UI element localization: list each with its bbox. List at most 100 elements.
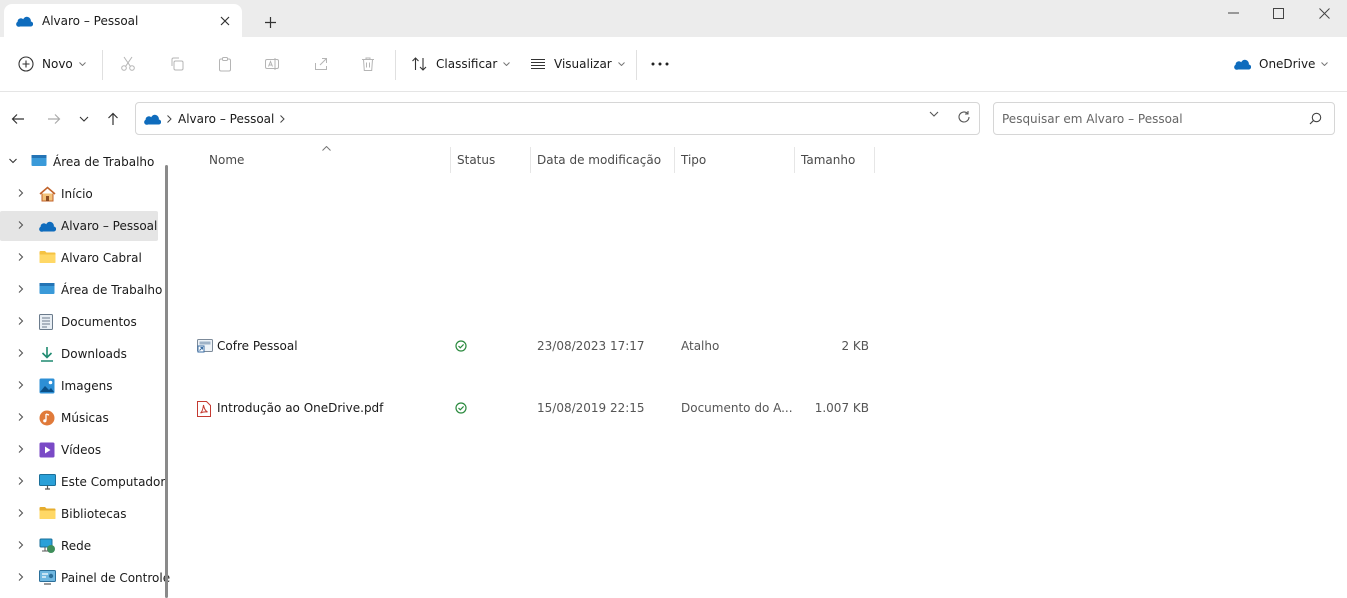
sidebar-item-home[interactable]: Início bbox=[0, 179, 158, 209]
forward-arrow-icon[interactable] bbox=[45, 110, 63, 128]
chevron-right-icon[interactable] bbox=[16, 444, 26, 454]
column-divider[interactable] bbox=[530, 147, 531, 173]
chevron-right-icon[interactable] bbox=[16, 572, 26, 582]
sync-check-icon bbox=[455, 402, 467, 414]
file-modified: 15/08/2019 22:15 bbox=[537, 401, 645, 415]
column-divider[interactable] bbox=[674, 147, 675, 173]
column-divider[interactable] bbox=[874, 147, 875, 173]
paste-icon[interactable] bbox=[215, 54, 235, 74]
sidebar-item-pictures[interactable]: Imagens bbox=[0, 371, 158, 401]
copy-icon[interactable] bbox=[167, 54, 187, 74]
window-close-button[interactable] bbox=[1301, 0, 1347, 26]
onedrive-cloud-icon bbox=[39, 220, 56, 232]
more-options-button[interactable] bbox=[651, 52, 669, 76]
sort-button[interactable]: Classificar bbox=[411, 52, 511, 76]
file-size: 2 KB bbox=[841, 339, 869, 353]
maximize-button[interactable] bbox=[1255, 0, 1301, 26]
refresh-icon[interactable] bbox=[957, 110, 971, 124]
column-header-type[interactable]: Tipo bbox=[681, 153, 706, 173]
search-box[interactable] bbox=[993, 102, 1335, 135]
desktop-icon bbox=[39, 282, 55, 296]
column-header-modified[interactable]: Data de modificação bbox=[537, 153, 661, 173]
sidebar-item-label: Área de Trabalho bbox=[61, 283, 163, 297]
new-button[interactable]: Novo bbox=[18, 52, 86, 76]
chevron-right-icon[interactable] bbox=[16, 380, 26, 390]
sidebar-item-alvaro-pessoal[interactable]: Alvaro – Pessoal bbox=[0, 211, 158, 241]
sidebar-item-label: Downloads bbox=[61, 347, 127, 361]
breadcrumb-item[interactable]: Alvaro – Pessoal bbox=[178, 112, 274, 126]
desktop-icon bbox=[31, 154, 47, 168]
recent-locations-icon[interactable] bbox=[75, 110, 93, 128]
sidebar-item-label: Bibliotecas bbox=[61, 507, 127, 521]
file-row-introducao-onedrive[interactable]: Introdução ao OneDrive.pdf 15/08/2019 22… bbox=[194, 397, 874, 421]
address-history-icon[interactable] bbox=[929, 111, 939, 117]
onedrive-cloud-icon bbox=[16, 15, 33, 27]
address-bar[interactable]: Alvaro – Pessoal bbox=[135, 102, 980, 135]
column-header-size[interactable]: Tamanho bbox=[801, 153, 855, 173]
sidebar-item-libraries[interactable]: Bibliotecas bbox=[0, 499, 158, 529]
toolbar-divider bbox=[636, 50, 637, 80]
sidebar-item-music[interactable]: Músicas bbox=[0, 403, 158, 433]
chevron-right-icon[interactable] bbox=[16, 348, 26, 358]
file-list: Nome Status Data de modificação Tipo Tam… bbox=[176, 145, 1347, 598]
close-icon[interactable] bbox=[216, 12, 234, 30]
sidebar-item-desktop-root[interactable]: Área de Trabalho bbox=[0, 147, 158, 177]
column-header-status[interactable]: Status bbox=[457, 153, 495, 173]
sidebar-item-label: Alvaro Cabral bbox=[61, 251, 142, 265]
back-arrow-icon[interactable] bbox=[9, 110, 27, 128]
onedrive-cloud-icon bbox=[1234, 58, 1251, 70]
chevron-right-icon[interactable] bbox=[16, 188, 26, 198]
command-bar: Novo Classificar Visualizar OneDrive bbox=[0, 37, 1347, 92]
sidebar-item-label: Alvaro – Pessoal bbox=[61, 219, 158, 233]
toolbar-divider bbox=[395, 50, 396, 80]
folder-icon bbox=[39, 250, 56, 264]
sidebar-item-this-pc[interactable]: Este Computador bbox=[0, 467, 165, 497]
new-tab-button[interactable] bbox=[260, 12, 280, 32]
search-input[interactable] bbox=[1002, 111, 1292, 126]
chevron-down-icon[interactable] bbox=[8, 156, 18, 166]
chevron-right-icon[interactable] bbox=[16, 252, 26, 262]
sidebar-item-label: Área de Trabalho bbox=[53, 155, 155, 169]
pictures-icon bbox=[39, 378, 55, 394]
search-icon[interactable] bbox=[1309, 112, 1322, 125]
rename-icon[interactable] bbox=[262, 54, 282, 74]
file-row-cofre-pessoal[interactable]: Cofre Pessoal 23/08/2023 17:17 Atalho 2 … bbox=[194, 335, 874, 359]
share-icon[interactable] bbox=[311, 54, 331, 74]
title-bar: Alvaro – Pessoal bbox=[0, 0, 1347, 37]
sidebar-item-desktop[interactable]: Área de Trabalho bbox=[0, 275, 162, 305]
up-arrow-icon[interactable] bbox=[104, 110, 122, 128]
file-name: Introdução ao OneDrive.pdf bbox=[217, 401, 384, 415]
column-divider[interactable] bbox=[794, 147, 795, 173]
sidebar-item-control-panel[interactable]: Painel de Controle bbox=[0, 563, 170, 593]
sidebar-item-videos[interactable]: Vídeos bbox=[0, 435, 158, 465]
videos-icon bbox=[39, 442, 55, 458]
cut-icon[interactable] bbox=[118, 54, 138, 74]
sidebar-item-alvaro-cabral[interactable]: Alvaro Cabral bbox=[0, 243, 158, 273]
onedrive-button[interactable]: OneDrive bbox=[1234, 52, 1329, 76]
column-header-name[interactable]: Nome bbox=[209, 153, 244, 173]
sidebar-item-documents[interactable]: Documentos bbox=[0, 307, 158, 337]
sort-icon bbox=[411, 56, 428, 72]
navigation-row: Alvaro – Pessoal bbox=[0, 92, 1347, 145]
download-icon bbox=[39, 346, 55, 362]
sidebar-item-downloads[interactable]: Downloads bbox=[0, 339, 158, 369]
view-button[interactable]: Visualizar bbox=[530, 52, 625, 76]
sidebar-item-network[interactable]: Rede bbox=[0, 531, 158, 561]
chevron-right-icon[interactable] bbox=[16, 220, 26, 230]
minimize-button[interactable] bbox=[1210, 0, 1256, 26]
chevron-right-icon[interactable] bbox=[16, 508, 26, 518]
home-icon bbox=[39, 186, 56, 202]
chevron-right-icon[interactable] bbox=[16, 284, 26, 294]
chevron-right-icon[interactable] bbox=[16, 412, 26, 422]
chevron-right-icon[interactable] bbox=[167, 114, 172, 123]
chevron-right-icon[interactable] bbox=[16, 476, 26, 486]
delete-icon[interactable] bbox=[358, 54, 378, 74]
tab-alvaro-pessoal[interactable]: Alvaro – Pessoal bbox=[4, 4, 242, 37]
sync-check-icon bbox=[455, 340, 467, 352]
sidebar-scrollbar[interactable] bbox=[165, 165, 168, 598]
chevron-right-icon[interactable] bbox=[16, 540, 26, 550]
new-button-label: Novo bbox=[42, 57, 73, 71]
chevron-right-icon[interactable] bbox=[16, 316, 26, 326]
chevron-right-icon[interactable] bbox=[280, 114, 286, 123]
column-divider[interactable] bbox=[450, 147, 451, 173]
